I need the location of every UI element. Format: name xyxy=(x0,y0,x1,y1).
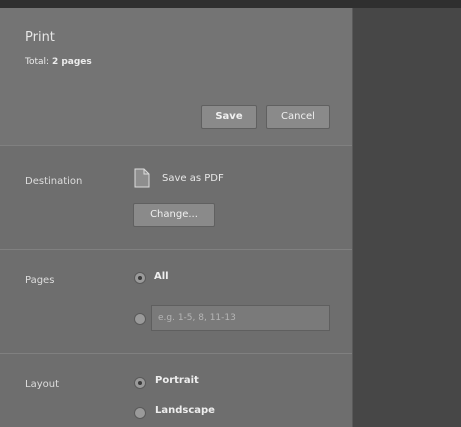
summary-prefix: Total: xyxy=(25,57,50,67)
window-top-strip xyxy=(0,0,461,8)
page-range-input[interactable] xyxy=(151,305,330,331)
pages-label: Pages xyxy=(25,275,55,286)
page-count-summary: Total: 2 pages xyxy=(25,57,92,67)
print-dialog-screen: Print Total: 2 pages Save Cancel Destina… xyxy=(0,0,461,427)
layout-label: Layout xyxy=(25,379,59,390)
pages-section: Pages All xyxy=(0,250,352,354)
save-button[interactable]: Save xyxy=(201,105,257,129)
pages-custom-radio[interactable] xyxy=(134,313,146,325)
destination-section: Destination Save as PDF Change... xyxy=(0,146,352,250)
layout-section: Layout Portrait Landscape xyxy=(0,354,352,427)
print-preview-area xyxy=(353,8,461,427)
print-header: Print Total: 2 pages Save Cancel xyxy=(0,8,352,146)
pages-all-label[interactable]: All xyxy=(154,271,169,282)
layout-landscape-label[interactable]: Landscape xyxy=(155,405,215,416)
layout-landscape-radio[interactable] xyxy=(134,407,146,419)
layout-portrait-radio[interactable] xyxy=(134,377,146,389)
destination-name: Save as PDF xyxy=(162,173,224,184)
document-icon xyxy=(134,168,150,188)
layout-portrait-label[interactable]: Portrait xyxy=(155,375,199,386)
page-title: Print xyxy=(25,30,55,45)
change-destination-button[interactable]: Change... xyxy=(133,203,215,227)
print-settings-panel: Print Total: 2 pages Save Cancel Destina… xyxy=(0,8,353,427)
pages-all-radio[interactable] xyxy=(134,272,146,284)
cancel-button[interactable]: Cancel xyxy=(266,105,330,129)
destination-label: Destination xyxy=(25,176,83,187)
summary-page-count: 2 pages xyxy=(51,57,92,67)
